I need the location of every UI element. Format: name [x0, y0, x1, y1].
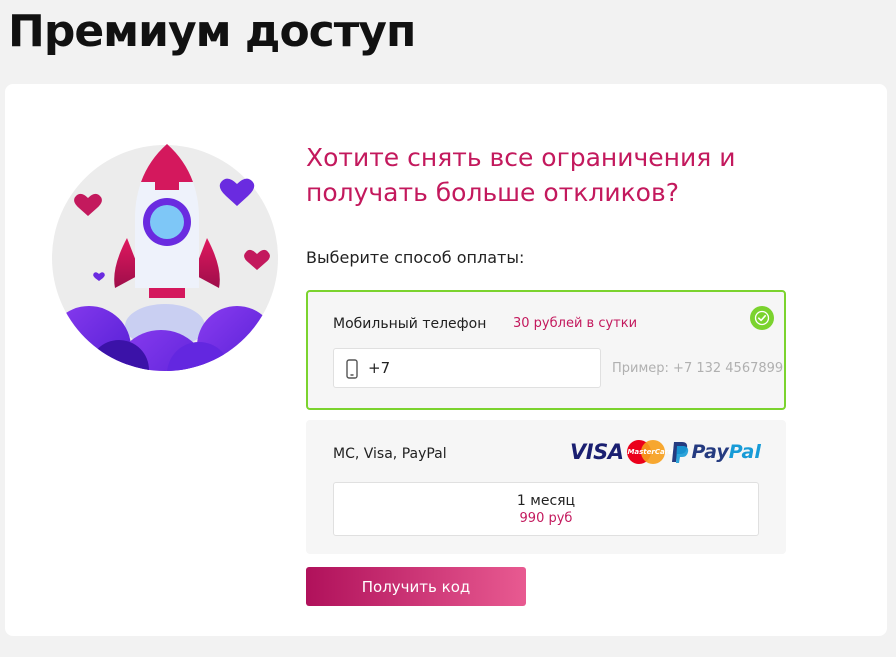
payment-option-card[interactable]: MC, Visa, PayPal VISA MasterCard PayPal … [306, 420, 786, 554]
paypal-logo: PayPal [691, 441, 761, 463]
plan-period: 1 месяц [516, 493, 576, 509]
card-option-title: MC, Visa, PayPal [333, 446, 447, 462]
promo-headline: Хотите снять все ограничения и получать … [306, 143, 736, 207]
phone-input[interactable] [368, 349, 596, 387]
plan-price: 990 руб [519, 511, 573, 526]
visa-logo: VISA [570, 440, 624, 464]
payment-method-prompt: Выберите способ оплаты: [306, 248, 525, 267]
payment-option-mobile[interactable]: Мобильный телефон 30 рублей в сутки Прим… [306, 290, 786, 410]
phone-icon [346, 359, 358, 379]
check-icon [750, 306, 774, 330]
mastercard-logo: MasterCard [627, 440, 673, 464]
phone-field[interactable] [333, 348, 601, 388]
rocket-illustration [52, 144, 278, 371]
page-title: Премиум доступ [8, 6, 416, 57]
paypal-icon [672, 442, 689, 463]
plan-option-1-month[interactable]: 1 месяц 990 руб [333, 482, 759, 536]
phone-example-hint: Пример: +7 132 4567899 [612, 361, 784, 376]
payment-brand-logos: VISA MasterCard PayPal [570, 440, 761, 464]
mobile-option-price: 30 рублей в сутки [513, 316, 638, 331]
mobile-option-title: Мобильный телефон [333, 316, 487, 332]
premium-card: Хотите снять все ограничения и получать … [5, 84, 887, 636]
get-code-button[interactable]: Получить код [306, 567, 526, 606]
